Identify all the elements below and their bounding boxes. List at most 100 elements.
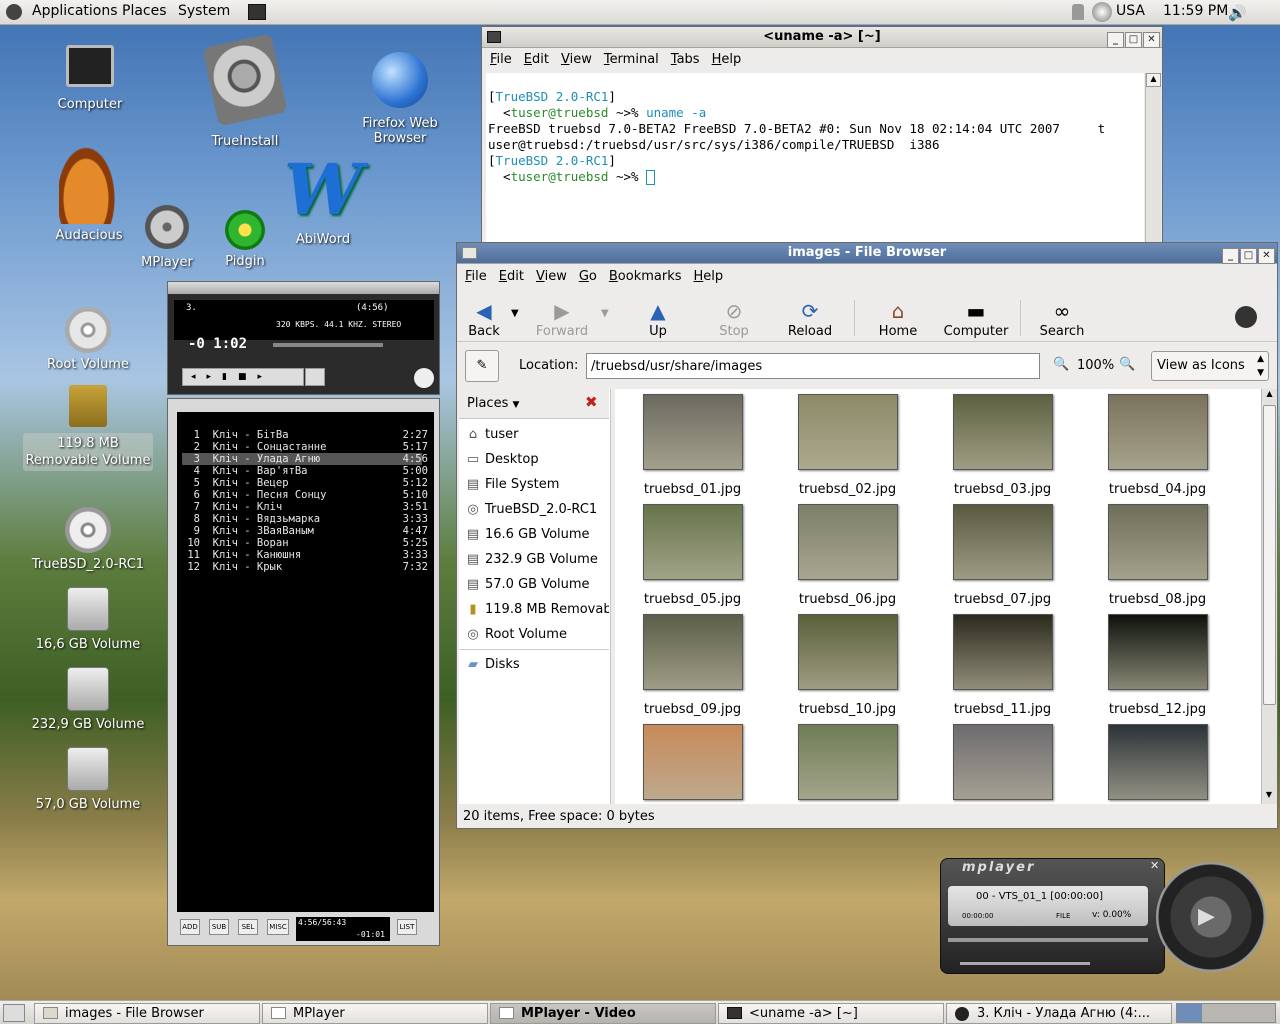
mplayer-close-button[interactable]: ✕ xyxy=(1150,859,1159,872)
zoom-in-icon[interactable]: 🔍 xyxy=(1119,357,1135,372)
workspace-1[interactable] xyxy=(1177,1004,1202,1022)
file-item[interactable] xyxy=(770,724,925,804)
place-root-volume[interactable]: ◎ Root Volume xyxy=(459,622,609,647)
forward-button[interactable]: ▶ Forward xyxy=(523,298,601,339)
close-pane-icon[interactable]: ✖ xyxy=(585,393,598,411)
forward-history-dropdown[interactable]: ▼ xyxy=(601,308,609,319)
up-button[interactable]: ▲ Up xyxy=(619,298,697,339)
desktop-icon-truebsd-dvd[interactable]: TrueBSD_2.0-RC1 xyxy=(23,507,153,572)
desktop-icon-volume-232[interactable]: 232,9 GB Volume xyxy=(23,667,153,732)
playlist-row[interactable]: 4 Кліч - Вар'ятВа 5:00 xyxy=(182,465,428,477)
desktop-icon-root-volume[interactable]: Root Volume xyxy=(23,307,153,372)
desktop-icon-firefox[interactable]: Firefox Web Browser xyxy=(335,52,465,146)
file-item[interactable]: truebsd_01.jpg xyxy=(615,394,770,504)
task-mplayer-video[interactable]: MPlayer - Video xyxy=(490,1003,716,1024)
playlist-row[interactable]: 9 Кліч - ЗВаяВаным 4:47 xyxy=(182,525,428,537)
workspace-switcher[interactable] xyxy=(1176,1003,1276,1023)
place-removable[interactable]: ▮ 119.8 MB Removabl xyxy=(459,597,609,622)
menu-file[interactable]: File xyxy=(465,265,487,288)
system-menu[interactable]: System xyxy=(178,3,230,19)
terminal-launcher-icon[interactable] xyxy=(248,4,266,20)
menu-edit[interactable]: Edit xyxy=(499,265,524,288)
playlist-row[interactable]: 1 Кліч - БітВа 2:27 xyxy=(182,429,428,441)
misc-button[interactable]: MISC xyxy=(267,919,289,935)
file-item[interactable] xyxy=(925,724,1080,804)
scroll-up-arrow-icon[interactable]: ▲ xyxy=(1146,73,1161,87)
menu-go[interactable]: Go xyxy=(579,265,597,288)
place-desktop[interactable]: ▭ Desktop xyxy=(459,447,609,472)
menu-help[interactable]: Help xyxy=(712,48,742,71)
menu-help[interactable]: Help xyxy=(694,265,724,288)
file-item[interactable]: truebsd_11.jpg xyxy=(925,614,1080,724)
stop-button[interactable]: ⊘ Stop xyxy=(695,298,773,339)
menu-terminal[interactable]: Terminal xyxy=(604,48,659,71)
sel-button[interactable]: SEL xyxy=(238,919,258,935)
icon-view[interactable]: truebsd_01.jpg truebsd_02.jpg truebsd_03.j… xyxy=(615,389,1261,804)
file-item[interactable]: truebsd_05.jpg xyxy=(615,504,770,614)
file-browser-titlebar[interactable]: images - File Browser _ □ ✕ xyxy=(457,243,1277,264)
file-item[interactable]: truebsd_10.jpg xyxy=(770,614,925,724)
mplayer-volume-bar[interactable] xyxy=(960,962,1090,965)
elapsed-time[interactable]: -0 1:02 xyxy=(188,336,247,352)
desktop-icon-abiword[interactable]: W AbiWord xyxy=(258,152,388,248)
file-item[interactable]: truebsd_06.jpg xyxy=(770,504,925,614)
volume-icon[interactable]: 🔊 xyxy=(1228,4,1247,22)
playlist-row[interactable]: 7 Кліч - Кліч 3:51 xyxy=(182,501,428,513)
minimize-button[interactable]: _ xyxy=(1222,248,1239,264)
close-button[interactable]: ✕ xyxy=(1143,32,1160,48)
playlist-row[interactable]: 2 Кліч - Сонцастанне 5:17 xyxy=(182,441,428,453)
scroll-up-arrow-icon[interactable]: ▲ xyxy=(1262,389,1277,403)
zoom-level[interactable]: 100% xyxy=(1077,358,1114,373)
back-history-dropdown[interactable]: ▼ xyxy=(511,308,519,319)
file-item[interactable]: truebsd_07.jpg xyxy=(925,504,1080,614)
scroll-down-arrow-icon[interactable]: ▼ xyxy=(1262,790,1276,804)
menu-view[interactable]: View xyxy=(536,265,567,288)
list-button[interactable]: LIST xyxy=(397,919,417,935)
places-menu[interactable]: Places xyxy=(122,3,167,19)
task-mplayer[interactable]: MPlayer xyxy=(262,1003,488,1024)
eject-button[interactable] xyxy=(305,368,325,386)
place-disks[interactable]: ▰ Disks xyxy=(459,652,609,677)
keyboard-layout-indicator[interactable]: USA xyxy=(1116,3,1145,19)
file-item[interactable] xyxy=(615,724,770,804)
menu-view[interactable]: View xyxy=(561,48,592,71)
file-item[interactable]: truebsd_12.jpg xyxy=(1080,614,1235,724)
desktop-icon-computer[interactable]: Computer xyxy=(25,45,155,112)
show-desktop-button[interactable] xyxy=(3,1004,25,1022)
close-button[interactable]: ✕ xyxy=(1258,248,1275,264)
terminal-output[interactable]: [TrueBSD 2.0-RC1] <tuser@truebsd ~>% una… xyxy=(486,73,1144,255)
place-volume-16[interactable]: ▤ 16.6 GB Volume xyxy=(459,522,609,547)
file-item[interactable]: truebsd_02.jpg xyxy=(770,394,925,504)
mplayer-seek-bar[interactable] xyxy=(948,938,1148,942)
zoom-out-icon[interactable]: 🔍 xyxy=(1053,357,1069,372)
terminal-titlebar[interactable]: <uname -a> [~] _ □ ✕ xyxy=(482,27,1162,48)
desktop-icon-volume-16[interactable]: 16,6 GB Volume xyxy=(23,587,153,652)
reload-button[interactable]: ⟳ Reload xyxy=(771,298,849,339)
play-icon[interactable]: ▶ xyxy=(1198,904,1215,929)
scroll-thumb[interactable] xyxy=(1263,405,1276,705)
menu-bookmarks[interactable]: Bookmarks xyxy=(609,265,682,288)
place-truebsd-dvd[interactable]: ◎ TrueBSD_2.0-RC1 xyxy=(459,497,609,522)
file-item[interactable] xyxy=(1080,724,1235,804)
playlist-row[interactable]: 11 Кліч - Канюшня 3:33 xyxy=(182,549,428,561)
file-item[interactable]: truebsd_08.jpg xyxy=(1080,504,1235,614)
maximize-button[interactable]: □ xyxy=(1125,32,1142,48)
icon-view-scrollbar[interactable]: ▲ ▼ xyxy=(1261,389,1277,804)
menu-file[interactable]: File xyxy=(490,48,512,71)
audacious-titlebar[interactable] xyxy=(168,282,439,294)
menu-edit[interactable]: Edit xyxy=(524,48,549,71)
playlist-row-selected[interactable]: 3 Кліч - Улада Агню 4:56 xyxy=(182,453,428,465)
maximize-button[interactable]: □ xyxy=(1240,248,1257,264)
desktop-icon-volume-57[interactable]: 57,0 GB Volume xyxy=(23,747,153,812)
playlist-row[interactable]: 10 Кліч - Воран 5:25 xyxy=(182,537,428,549)
playlist-row[interactable]: 12 Кліч - Крык 7:32 xyxy=(182,561,428,573)
home-button[interactable]: ⌂ Home xyxy=(859,298,937,339)
desktop-icon-trueinstall[interactable]: TrueInstall xyxy=(180,33,310,149)
applications-menu[interactable]: Applications xyxy=(32,3,118,19)
terminal-scrollbar[interactable]: ▲ xyxy=(1145,73,1161,255)
playlist-row[interactable]: 5 Кліч - Вецер 5:12 xyxy=(182,477,428,489)
file-item[interactable]: truebsd_04.jpg xyxy=(1080,394,1235,504)
search-button[interactable]: ∞ Search xyxy=(1023,298,1101,339)
place-tuser[interactable]: ⌂ tuser xyxy=(459,422,609,447)
place-volume-232[interactable]: ▤ 232.9 GB Volume xyxy=(459,547,609,572)
